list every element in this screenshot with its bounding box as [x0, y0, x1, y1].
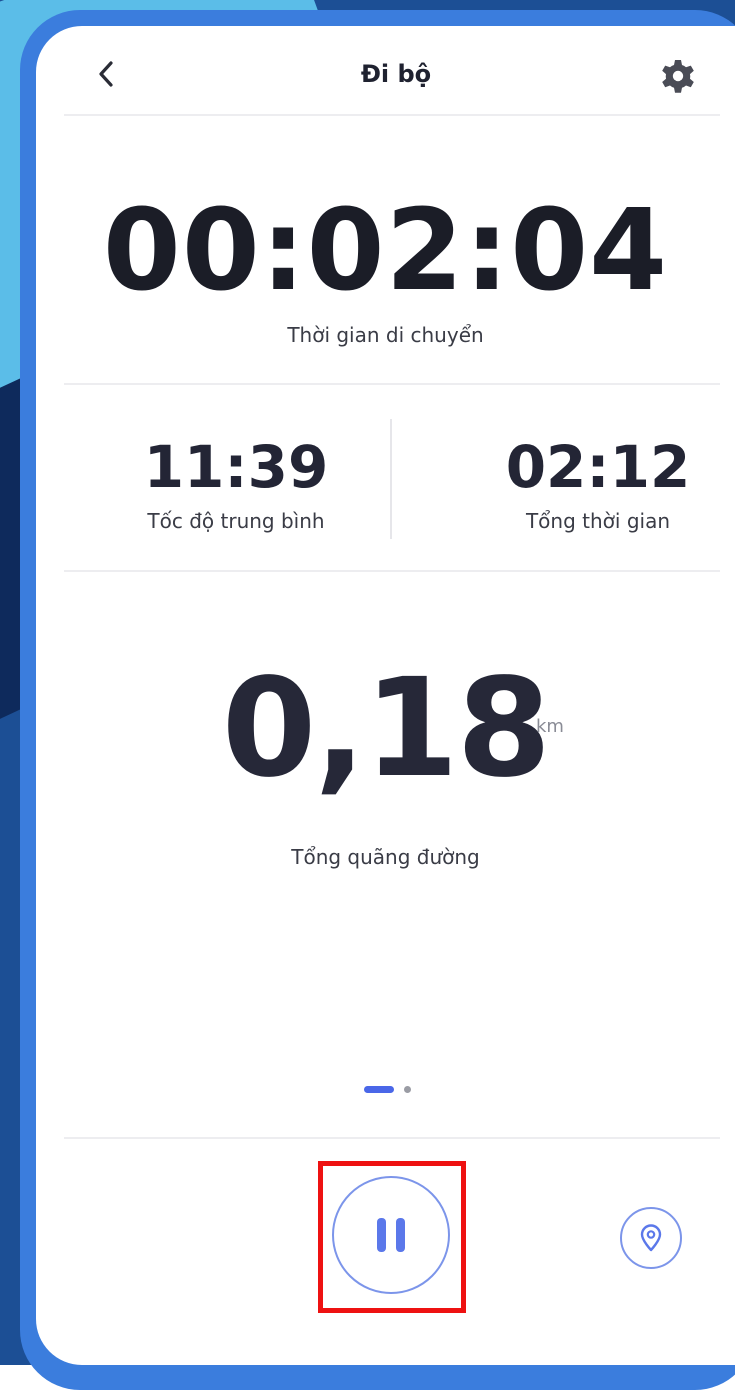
pause-icon [372, 1218, 410, 1252]
header-divider [64, 114, 720, 116]
stats-divider [64, 570, 720, 572]
pause-button[interactable] [332, 1176, 450, 1294]
total-time-stat: 02:12 Tổng thời gian [468, 432, 728, 536]
moving-time-label: Thời gian di chuyển [287, 323, 484, 347]
distance-value: 0,18 [221, 650, 552, 808]
moving-time-value: 00:02:04 [102, 186, 669, 316]
page-dot-inactive[interactable] [404, 1086, 411, 1093]
chevron-left-icon [99, 61, 113, 87]
top-bar: Đi bộ [36, 26, 735, 116]
stats-vertical-divider [390, 419, 392, 539]
back-button[interactable] [88, 54, 124, 94]
avg-speed-stat: 11:39 Tốc độ trung bình [106, 432, 366, 536]
avg-speed-label: Tốc độ trung bình [147, 509, 325, 533]
page-title: Đi bộ [360, 60, 432, 88]
distance-block: 0,18 km [36, 654, 735, 804]
controls-divider [64, 1137, 720, 1139]
total-time-label: Tổng thời gian [525, 509, 671, 533]
total-time-value: 02:12 [505, 433, 691, 501]
settings-button[interactable] [658, 56, 698, 96]
location-button[interactable] [620, 1207, 682, 1269]
app-screen: Đi bộ 00:02:04 Thời gian di chuyển 11:39… [36, 26, 735, 1365]
gear-icon [662, 60, 694, 93]
distance-label: Tổng quãng đường [291, 845, 480, 869]
avg-speed-value: 11:39 [143, 433, 329, 501]
page-indicator[interactable] [364, 1084, 424, 1096]
location-pin-icon [640, 1224, 662, 1252]
distance-unit: km [536, 716, 564, 737]
page-dot-active[interactable] [364, 1086, 394, 1093]
timer-divider [64, 383, 720, 385]
